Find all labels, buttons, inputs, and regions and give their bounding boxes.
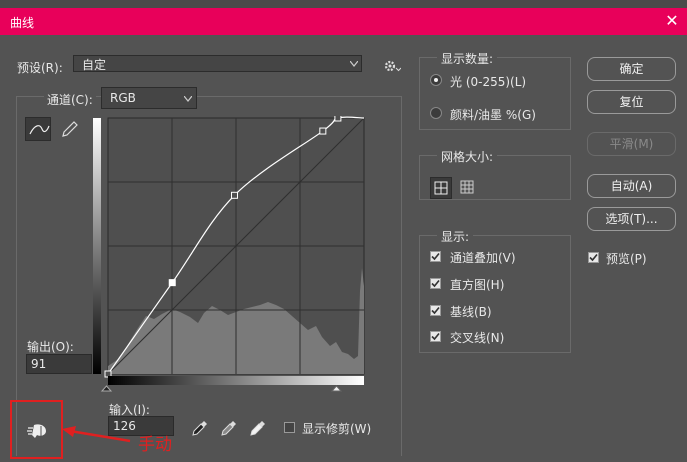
black-point-slider[interactable] — [100, 385, 113, 392]
histogram-checkbox[interactable] — [430, 278, 441, 289]
preview-checkbox[interactable] — [588, 252, 599, 263]
title-bar[interactable] — [0, 8, 687, 35]
output-field[interactable]: 91 — [26, 354, 92, 374]
output-gradient-bar — [93, 118, 101, 374]
input-gradient-bar — [108, 376, 364, 385]
radio-light-label: 光 (0-255)(L) — [450, 75, 527, 89]
gray-eyedropper-icon[interactable] — [219, 418, 239, 438]
radio-pigment[interactable] — [430, 107, 442, 119]
output-value: 91 — [31, 357, 47, 371]
output-label: 输出(O): — [27, 340, 74, 354]
display-amount-title: 显示数量: — [437, 50, 498, 67]
window-title: 曲线 — [10, 16, 35, 30]
histogram-label: 直方图(H) — [450, 278, 505, 292]
pencil-icon — [62, 121, 78, 137]
reset-button[interactable]: 复位 — [587, 90, 676, 114]
options-button[interactable]: 选项(T)... — [587, 207, 676, 231]
chevron-down-icon — [184, 96, 192, 102]
detailed-grid-icon[interactable] — [457, 177, 479, 199]
annotation-text: 手动 — [138, 435, 172, 455]
channel-overlay-label: 通道叠加(V) — [450, 251, 516, 265]
clipping-checkbox[interactable] — [284, 422, 295, 433]
white-point-slider[interactable] — [330, 385, 343, 392]
close-icon[interactable]: ✕ — [662, 11, 682, 31]
curve-point[interactable] — [168, 279, 176, 287]
auto-button[interactable]: 自动(A) — [587, 174, 676, 198]
intersection-checkbox[interactable] — [430, 331, 441, 342]
gear-icon[interactable] — [383, 58, 402, 74]
annotation-arrow — [62, 426, 131, 443]
baseline-label: 基线(B) — [450, 305, 492, 319]
preset-value: 自定 — [82, 58, 107, 72]
curve-graph[interactable] — [90, 116, 366, 392]
intersection-label: 交叉线(N) — [450, 331, 505, 345]
radio-pigment-label: 颜料/油墨 %(G) — [450, 108, 536, 122]
radio-light[interactable] — [430, 74, 442, 86]
curve-point-icon — [29, 125, 50, 135]
channel-value: RGB — [110, 91, 136, 105]
smooth-button[interactable]: 平滑(M) — [587, 132, 676, 156]
pencil-tool[interactable] — [56, 117, 82, 141]
channel-overlay-checkbox[interactable] — [430, 251, 441, 262]
targeted-adjustment-icon[interactable] — [26, 420, 50, 440]
preset-dropdown[interactable]: 自定 — [73, 55, 362, 72]
black-eyedropper-icon[interactable] — [190, 418, 210, 438]
curve-point[interactable] — [319, 127, 327, 135]
grid-size-title: 网格大小: — [437, 148, 498, 165]
channel-label: 通道(C): — [44, 91, 96, 108]
curve-point[interactable] — [334, 116, 342, 122]
white-eyedropper-icon[interactable] — [248, 418, 268, 438]
preview-label: 预览(P) — [606, 252, 647, 266]
show-title: 显示: — [437, 228, 474, 245]
channel-dropdown[interactable]: RGB — [101, 87, 197, 109]
curve-point-tool[interactable] — [25, 117, 51, 141]
simple-grid-icon[interactable] — [430, 177, 452, 199]
curve-point[interactable] — [230, 191, 238, 199]
clipping-label: 显示修剪(W) — [302, 422, 372, 436]
baseline-checkbox[interactable] — [430, 305, 441, 316]
ok-button[interactable]: 确定 — [587, 57, 676, 81]
chevron-down-icon — [350, 61, 358, 67]
top-strip — [0, 0, 687, 8]
preset-label: 预设(R): — [17, 61, 63, 75]
